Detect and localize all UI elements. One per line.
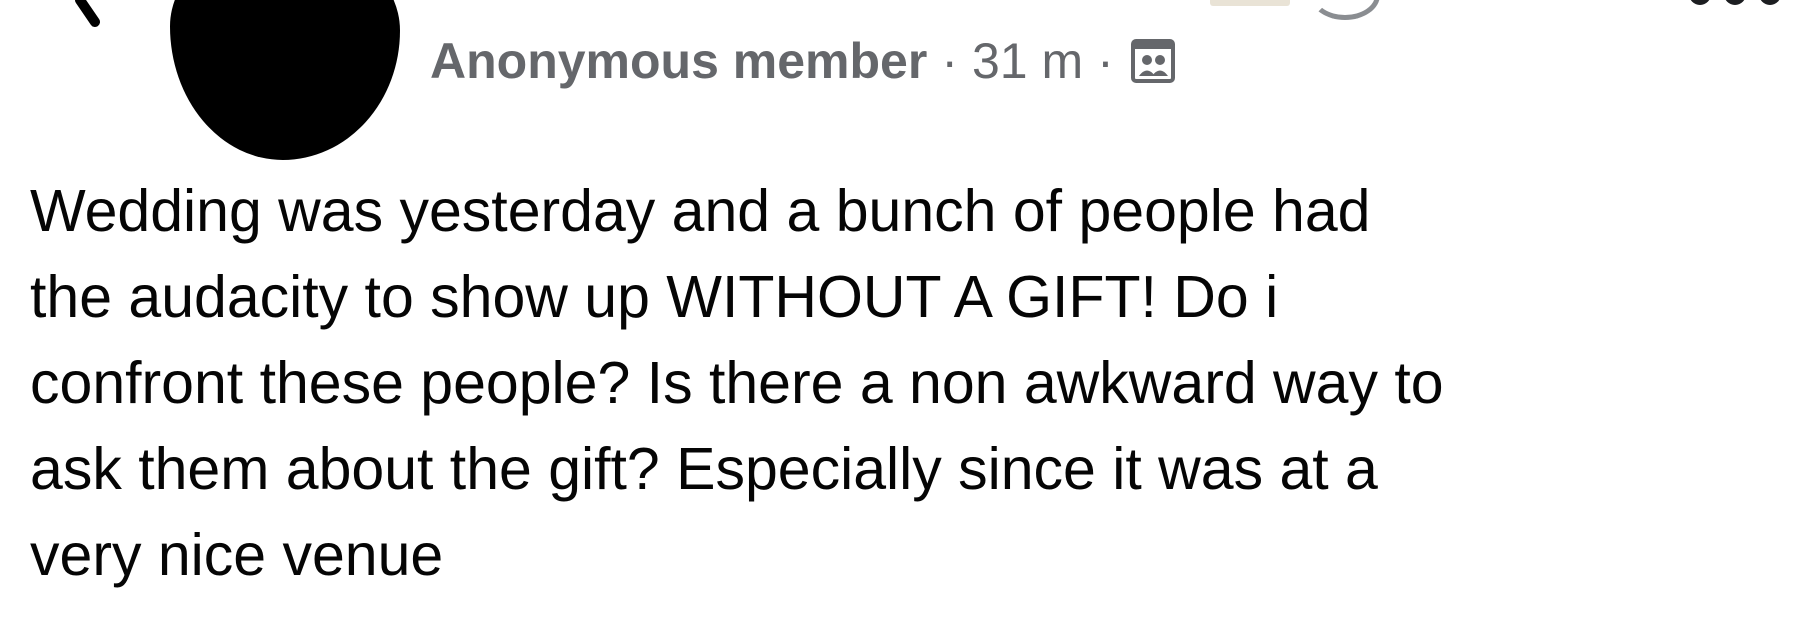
- post-text-line: ask them about the gift? Especially sinc…: [30, 436, 1378, 502]
- avatar[interactable]: [170, 0, 400, 160]
- post-text-line: very nice venue: [30, 522, 444, 588]
- post-text-line: Wedding was yesterday and a bunch of peo…: [30, 178, 1371, 244]
- header-decoration: [1310, 0, 1380, 20]
- author-name[interactable]: Anonymous member: [430, 32, 927, 90]
- back-chevron-icon[interactable]: [40, 0, 110, 30]
- meta-separator: ·: [941, 33, 958, 89]
- post-text-line: the audacity to show up WITHOUT A GIFT! …: [30, 264, 1279, 330]
- post-body: Wedding was yesterday and a bunch of peo…: [30, 168, 1810, 598]
- post-meta: Anonymous member · 31 m ·: [430, 26, 1176, 96]
- more-options-icon[interactable]: [1680, 0, 1790, 16]
- post-text-line: confront these people? Is there a non aw…: [30, 350, 1444, 416]
- group-audience-icon: [1130, 39, 1175, 83]
- post-timestamp[interactable]: 31 m: [972, 32, 1083, 90]
- header-thumbnail: [1210, 0, 1290, 6]
- meta-separator: ·: [1097, 33, 1114, 89]
